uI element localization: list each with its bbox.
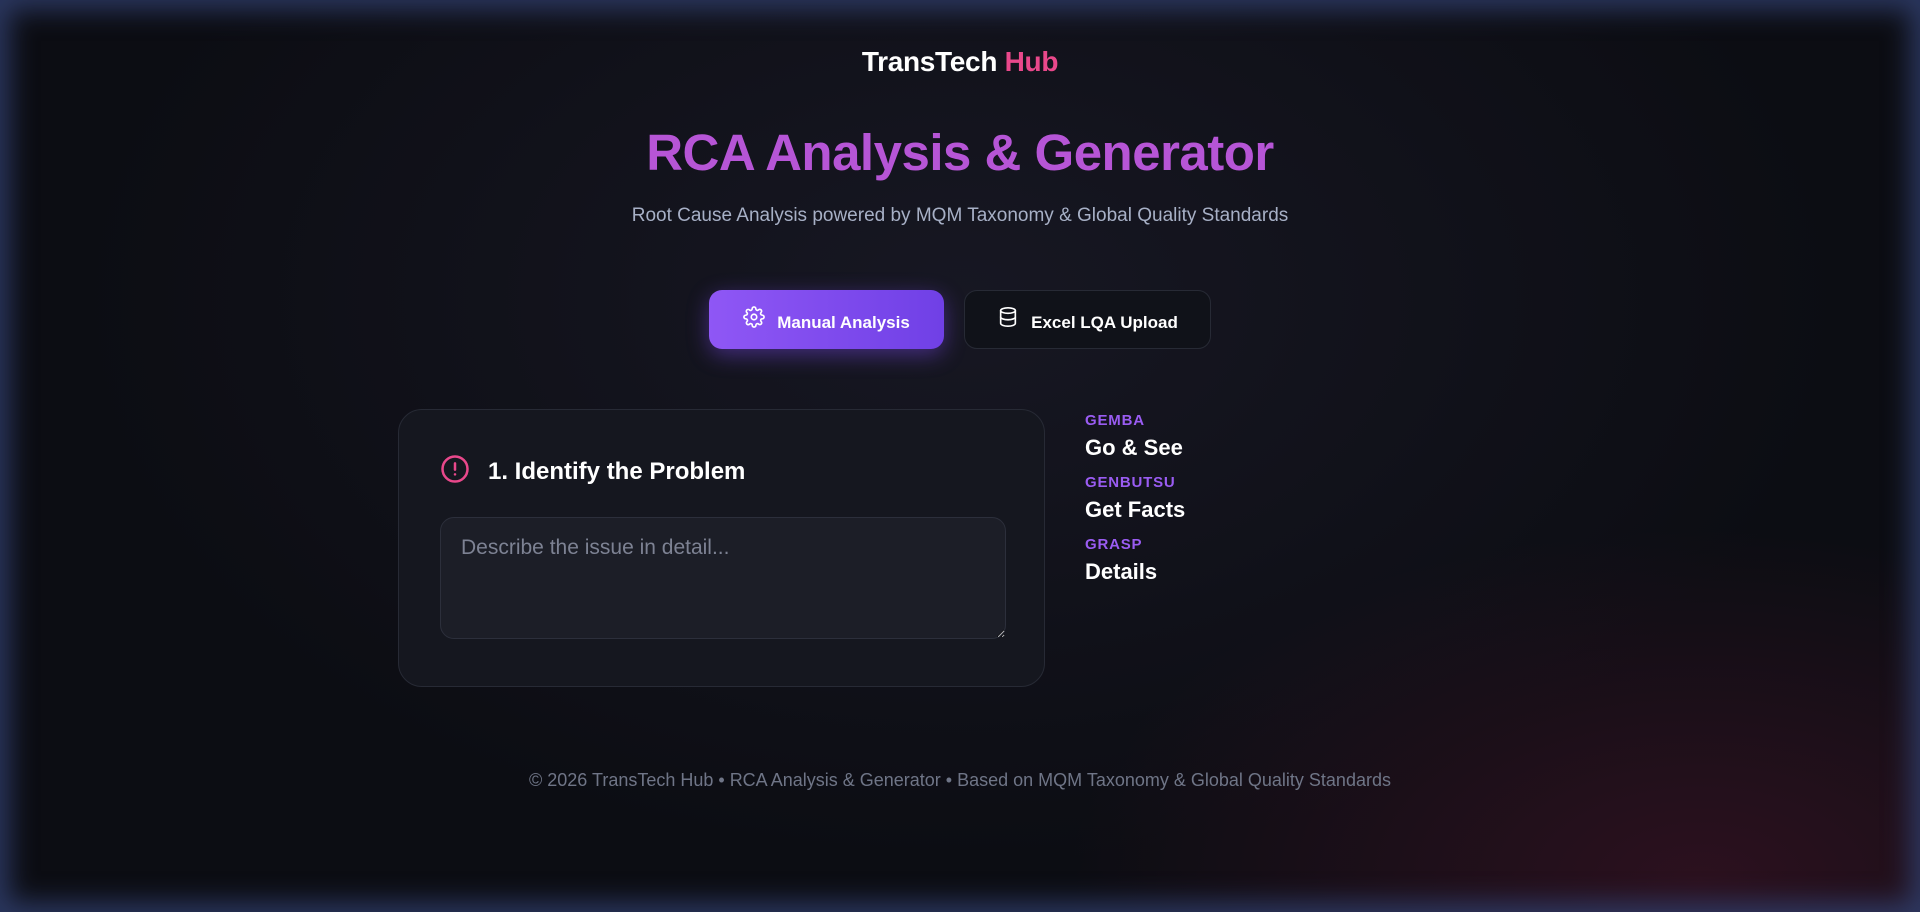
tab-excel-lqa-upload-label: Excel LQA Upload: [1031, 312, 1178, 332]
gear-icon: [743, 306, 766, 333]
database-icon: [997, 306, 1019, 333]
issue-description-input[interactable]: [440, 517, 1006, 639]
principle-tag: GEMBA: [1085, 412, 1145, 429]
tab-manual-analysis[interactable]: Manual Analysis: [709, 290, 944, 349]
tab-excel-lqa-upload[interactable]: Excel LQA Upload: [964, 290, 1211, 349]
principle-text: Details: [1085, 559, 1158, 584]
principle-grasp: GRASP Details: [1085, 536, 1157, 585]
brand-accent: Hub: [1004, 46, 1059, 77]
app-frame: TransTech Hub RCA Analysis & Generator R…: [0, 0, 1920, 912]
principle-tag: GRASP: [1085, 536, 1143, 553]
principle-text: Get Facts: [1085, 497, 1186, 522]
problem-card-title: 1. Identify the Problem: [488, 457, 746, 485]
tab-manual-analysis-label: Manual Analysis: [777, 312, 910, 332]
brand-logo: TransTech Hub: [0, 46, 1920, 78]
page-footer: © 2026 TransTech Hub • RCA Analysis & Ge…: [529, 770, 1391, 790]
principle-genbutsu: GENBUTSU Get Facts: [1085, 474, 1185, 523]
brand-name: TransTech: [861, 46, 998, 77]
page-subtitle: Root Cause Analysis powered by MQM Taxon…: [631, 205, 1289, 226]
alert-circle-icon: [440, 454, 470, 489]
page-title: RCA Analysis & Generator: [646, 124, 1274, 181]
problem-card-header: 1. Identify the Problem: [440, 454, 745, 489]
problem-card: 1. Identify the Problem: [398, 409, 1045, 687]
principle-gemba: GEMBA Go & See: [1085, 412, 1183, 461]
principle-tag: GENBUTSU: [1085, 474, 1176, 491]
principle-text: Go & See: [1085, 435, 1183, 460]
